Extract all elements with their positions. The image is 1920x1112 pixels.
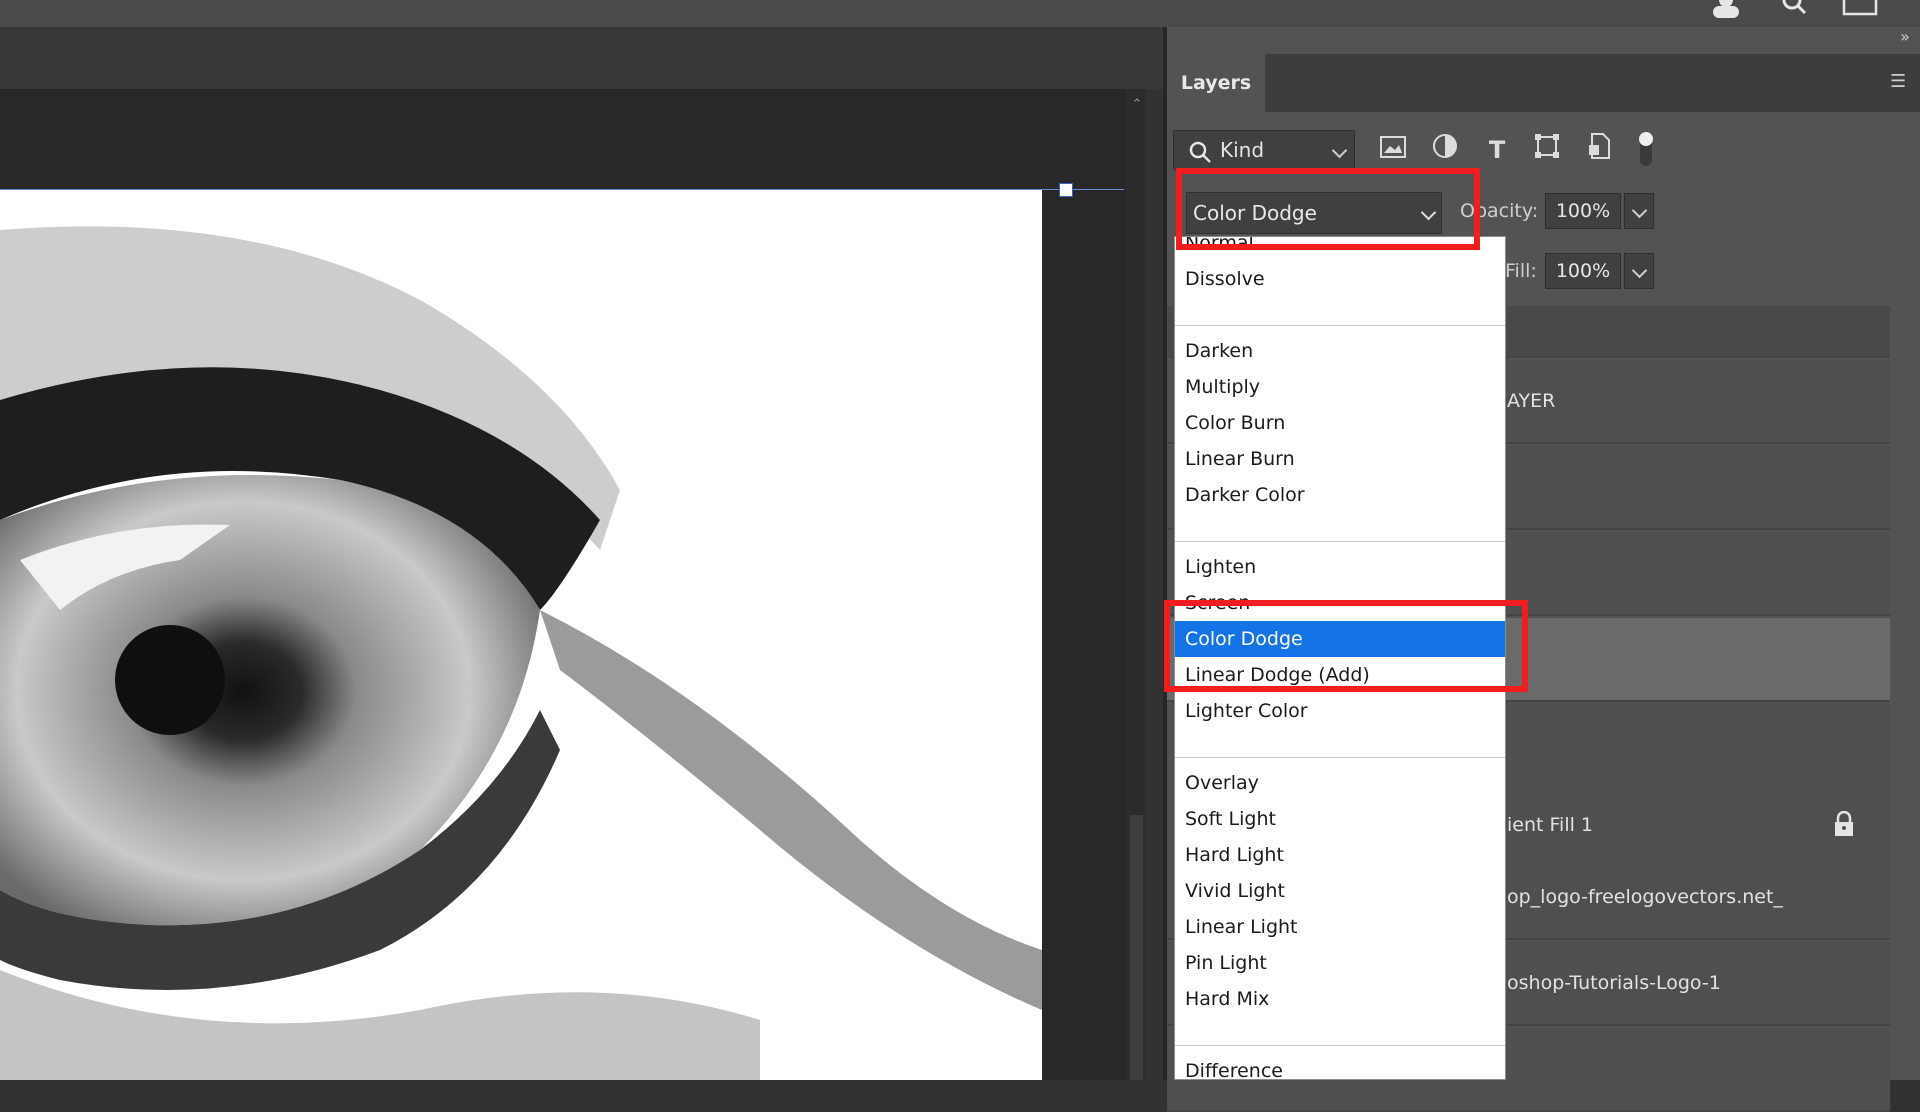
blend-option-multiply[interactable]: Multiply	[1175, 369, 1505, 405]
blend-option-lighter-color[interactable]: Lighter Color	[1175, 693, 1505, 729]
blend-option-color-burn[interactable]: Color Burn	[1175, 405, 1505, 441]
blend-option-difference[interactable]: Difference	[1175, 1053, 1505, 1079]
layer-name: op_logo-freelogovectors.net_	[1507, 886, 1783, 908]
dropdown-divider	[1175, 1045, 1505, 1046]
filter-kind-label: Kind	[1220, 138, 1265, 162]
collapse-panels-icon[interactable]: »	[1893, 28, 1917, 46]
highlight-box-color-dodge	[1164, 600, 1528, 692]
panel-tab-bar	[1167, 54, 1920, 112]
smart-object-filter-icon[interactable]	[1582, 133, 1616, 167]
blend-option-overlay[interactable]: Overlay	[1175, 765, 1505, 801]
filter-kind-select[interactable]: Kind	[1173, 130, 1355, 170]
opacity-input[interactable]: 100%	[1545, 193, 1621, 229]
user-icon[interactable]	[1710, 0, 1742, 26]
workspace-icon[interactable]	[1842, 0, 1878, 24]
scroll-up-arrow-icon[interactable]: ⌃	[1130, 98, 1144, 112]
panel-menu-icon[interactable]: ☰	[1890, 72, 1912, 92]
adjustment-filter-icon[interactable]	[1428, 133, 1462, 167]
fill-dropdown-button[interactable]	[1624, 253, 1654, 289]
chevron-down-icon	[1631, 262, 1647, 279]
scrollbar-thumb[interactable]	[1130, 815, 1143, 1080]
blend-option-hard-light[interactable]: Hard Light	[1175, 837, 1505, 873]
lock-icon[interactable]	[1832, 810, 1856, 837]
options-bar	[0, 27, 1163, 89]
dropdown-divider	[1175, 757, 1505, 758]
dropdown-divider	[1175, 325, 1505, 326]
blend-option-hard-mix[interactable]: Hard Mix	[1175, 981, 1505, 1017]
layer-name: ient Fill 1	[1507, 814, 1594, 836]
blend-option-darker-color[interactable]: Darker Color	[1175, 477, 1505, 513]
opacity-dropdown-button[interactable]	[1624, 193, 1654, 229]
blend-option-darken[interactable]: Darken	[1175, 333, 1505, 369]
layer-name: AYER	[1507, 390, 1556, 412]
blend-option-lighten[interactable]: Lighten	[1175, 549, 1505, 585]
blend-option-vivid-light[interactable]: Vivid Light	[1175, 873, 1505, 909]
fill-label: Fill:	[1505, 260, 1537, 282]
transform-handle[interactable]	[1059, 183, 1073, 197]
image-filter-icon[interactable]	[1376, 133, 1410, 167]
layer-name: oshop-Tutorials-Logo-1	[1507, 972, 1721, 994]
blend-option-pin-light[interactable]: Pin Light	[1175, 945, 1505, 981]
highlight-box-blend-select	[1176, 168, 1480, 250]
blend-option-linear-light[interactable]: Linear Light	[1175, 909, 1505, 945]
search-icon[interactable]	[1780, 0, 1810, 24]
blend-option-linear-burn[interactable]: Linear Burn	[1175, 441, 1505, 477]
blend-option-dissolve[interactable]: Dissolve	[1175, 261, 1505, 297]
dropdown-divider	[1175, 541, 1505, 542]
fill-input[interactable]: 100%	[1545, 253, 1621, 289]
filter-toggle-icon[interactable]	[1636, 130, 1656, 170]
shape-filter-icon[interactable]	[1530, 133, 1564, 167]
chevron-down-icon	[1331, 142, 1348, 159]
type-filter-icon[interactable]: T	[1480, 133, 1514, 167]
canvas-image	[0, 190, 1042, 1080]
blend-option-soft-light[interactable]: Soft Light	[1175, 801, 1505, 837]
chevron-down-icon	[1631, 202, 1647, 219]
application-bar	[0, 0, 1920, 27]
artboard-selection-edge	[0, 189, 1124, 190]
tab-layers[interactable]: Layers	[1167, 54, 1265, 112]
